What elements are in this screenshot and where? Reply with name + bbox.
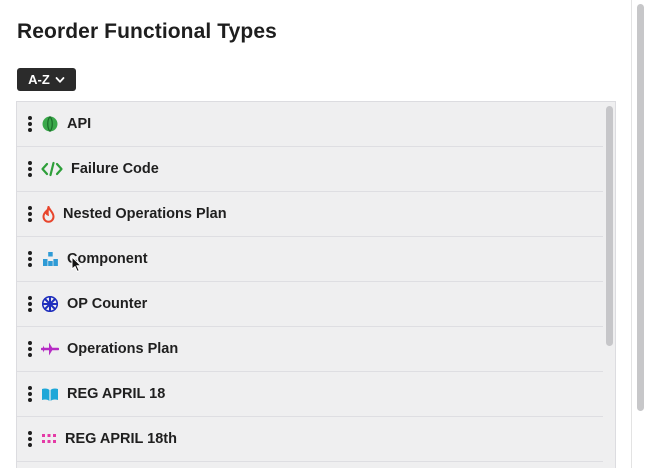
chevron-down-icon (55, 76, 65, 83)
drag-handle-icon[interactable] (27, 386, 33, 402)
sort-dropdown[interactable]: A-Z (17, 68, 76, 91)
list-item-label: API (67, 116, 92, 132)
reorder-dialog: Reorder Functional Types A-Z API Failure… (0, 0, 632, 468)
code-brackets-icon (41, 160, 63, 178)
open-book-icon (41, 385, 59, 403)
list-item-api[interactable]: API (17, 102, 603, 147)
list-item-label: Operations Plan (67, 341, 179, 357)
grid-dots-icon (41, 430, 57, 448)
drag-handle-icon[interactable] (27, 431, 33, 447)
green-globe-icon (41, 115, 59, 133)
list-item-nested-operations-plan[interactable]: Nested Operations Plan (17, 192, 603, 237)
list-item-failure-code[interactable]: Failure Code (17, 147, 603, 192)
airplane-icon (41, 340, 59, 358)
mouse-cursor-icon (71, 256, 83, 273)
drag-handle-icon[interactable] (27, 296, 33, 312)
dialog-title: Reorder Functional Types (17, 20, 277, 43)
list-item-operations-plan[interactable]: Operations Plan (17, 327, 603, 372)
list-scrollbar[interactable] (606, 106, 613, 346)
list-item-reg-april-18[interactable]: REG APRIL 18 (17, 372, 603, 417)
functional-types-list: API Failure Code Nested Operations Plan (16, 101, 616, 468)
list-item-label: Nested Operations Plan (63, 206, 227, 222)
drag-handle-icon[interactable] (27, 206, 33, 222)
boxes-icon (41, 250, 59, 268)
page-scrollbar[interactable] (637, 4, 644, 411)
list-item-label: REG APRIL 18th (65, 431, 177, 447)
drag-handle-icon[interactable] (27, 341, 33, 357)
list-item-reg-april-18th[interactable]: REG APRIL 18th (17, 417, 603, 462)
list-item-op-counter[interactable]: OP Counter (17, 282, 603, 327)
drag-handle-icon[interactable] (27, 161, 33, 177)
list-item-label: OP Counter (67, 296, 148, 312)
sort-selected-value: A-Z (28, 72, 50, 87)
drag-handle-icon[interactable] (27, 116, 33, 132)
list-item-label: REG APRIL 18 (67, 386, 166, 402)
pinwheel-icon (41, 295, 59, 313)
list-item-component[interactable]: Component (17, 237, 603, 282)
drag-handle-icon[interactable] (27, 251, 33, 267)
flame-icon (41, 205, 55, 223)
list-item-label: Failure Code (71, 161, 159, 177)
